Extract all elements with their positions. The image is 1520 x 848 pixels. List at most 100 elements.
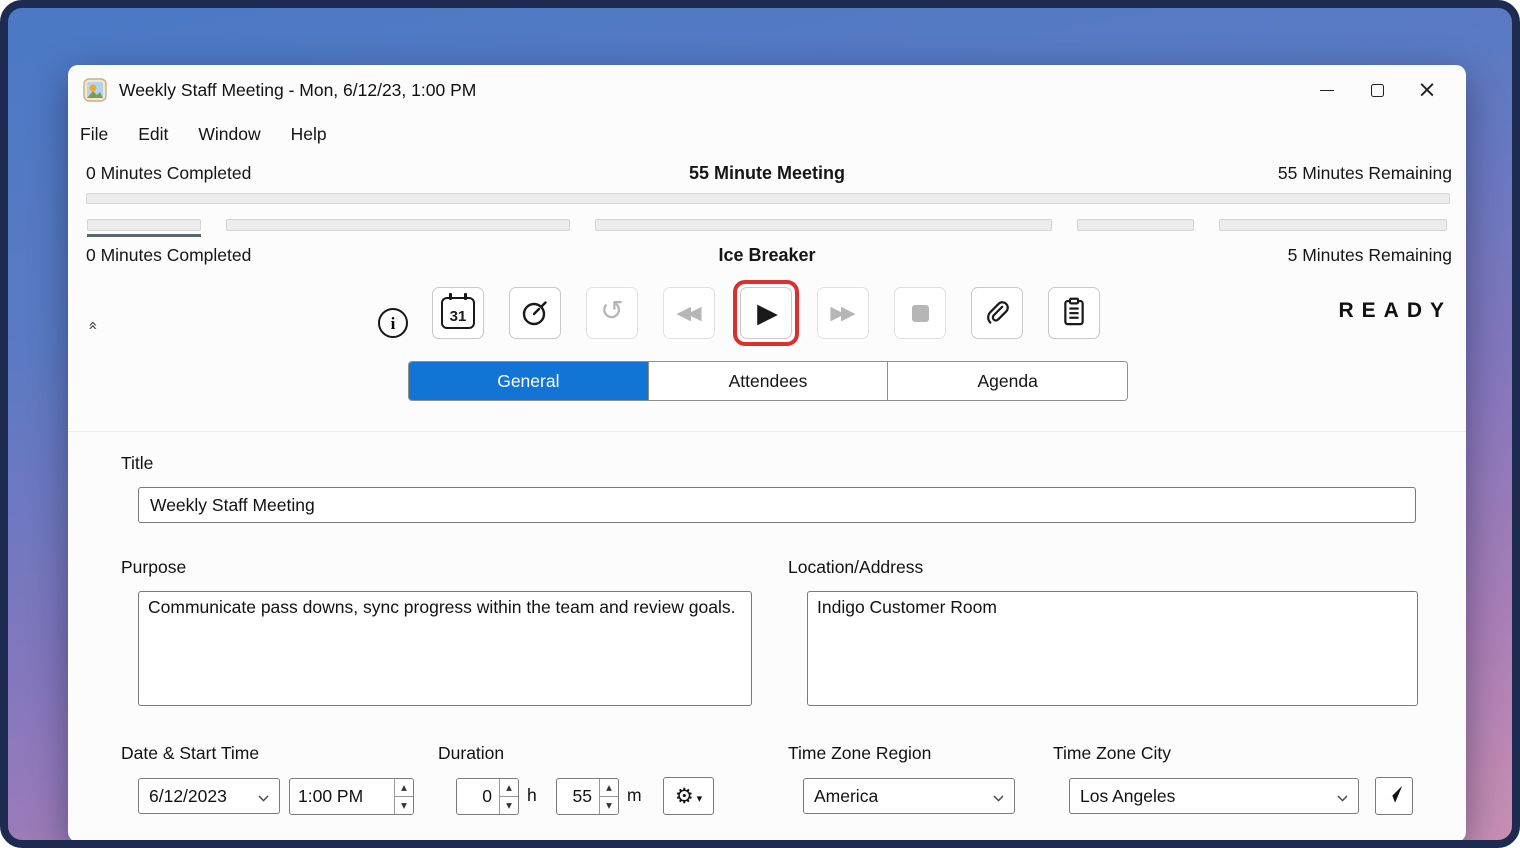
duration-options-button[interactable]: ⚙ ▾ (663, 777, 714, 815)
hours-increment-button[interactable]: ▲ (500, 779, 518, 797)
current-completed-label: 0 Minutes Completed (86, 245, 251, 266)
play-icon: ▶ (754, 300, 778, 327)
overall-remaining-label: 55 Minutes Remaining (1278, 163, 1452, 184)
titlebar: Weekly Staff Meeting - Mon, 6/12/23, 1:0… (68, 65, 1466, 115)
app-icon (83, 78, 107, 102)
menu-help[interactable]: Help (289, 122, 329, 147)
calendar-icon: 31 (441, 297, 475, 329)
tab-general[interactable]: General (409, 362, 648, 400)
window-controls: × (1302, 65, 1452, 115)
minimize-icon (1320, 90, 1334, 91)
duration-minutes-spin-buttons: ▲ ▼ (599, 779, 618, 814)
agenda-segment (1219, 219, 1447, 231)
navigation-arrow-icon (1383, 783, 1405, 810)
minutes-increment-button[interactable]: ▲ (600, 779, 618, 797)
notes-button[interactable] (1048, 287, 1100, 339)
reset-button[interactable]: ↺ (586, 287, 638, 339)
play-button[interactable]: ▶ (740, 287, 792, 339)
tz-city-select[interactable]: Los Angeles (1069, 778, 1359, 814)
current-item-title: Ice Breaker (718, 245, 815, 266)
duration-hours-value: 0 (457, 779, 499, 814)
spin-down-icon: ▼ (606, 801, 612, 810)
chevron-down-icon (258, 786, 269, 807)
start-time-spin-buttons: ▲ ▼ (394, 779, 413, 814)
duration-minutes-value: 55 (557, 779, 599, 814)
maximize-button[interactable] (1352, 72, 1402, 108)
stop-button[interactable] (894, 287, 946, 339)
spin-down-icon: ▼ (506, 801, 512, 810)
meeting-title-label: 55 Minute Meeting (689, 163, 845, 184)
section-divider (68, 431, 1466, 432)
info-icon: i (391, 315, 396, 332)
title-label: Title (121, 453, 153, 474)
tz-region-select[interactable]: America (803, 778, 1015, 814)
start-time-value: 1:00 PM (290, 779, 394, 814)
spin-up-icon: ▲ (606, 783, 612, 792)
tz-region-value: America (814, 786, 878, 807)
start-time-increment-button[interactable]: ▲ (395, 779, 413, 797)
tab-agenda[interactable]: Agenda (887, 362, 1127, 400)
reset-icon: ↺ (600, 297, 623, 325)
spin-down-icon: ▼ (401, 801, 407, 810)
attachment-button[interactable] (971, 287, 1023, 339)
stopwatch-icon (520, 297, 550, 330)
overall-completed-label: 0 Minutes Completed (86, 163, 251, 184)
duration-hours-spinner[interactable]: 0 ▲ ▼ (456, 778, 519, 815)
chevron-down-icon (1337, 786, 1348, 807)
desktop-background: Weekly Staff Meeting - Mon, 6/12/23, 1:0… (0, 0, 1520, 848)
start-time-decrement-button[interactable]: ▼ (395, 797, 413, 814)
maximize-icon (1371, 84, 1384, 97)
tz-city-value: Los Angeles (1080, 786, 1175, 807)
menu-edit[interactable]: Edit (136, 122, 170, 147)
duration-hours-spin-buttons: ▲ ▼ (499, 779, 518, 814)
hours-unit-label: h (527, 785, 537, 806)
menu-file[interactable]: File (78, 122, 110, 147)
date-value: 6/12/2023 (149, 786, 227, 807)
tab-attendees[interactable]: Attendees (648, 362, 888, 400)
date-select[interactable]: 6/12/2023 (138, 778, 280, 814)
menu-window[interactable]: Window (196, 122, 262, 147)
overall-progress-bar (86, 193, 1450, 204)
duration-minutes-spinner[interactable]: 55 ▲ ▼ (556, 778, 619, 815)
stop-icon (912, 305, 929, 322)
spin-up-icon: ▲ (401, 783, 407, 792)
hours-decrement-button[interactable]: ▼ (500, 797, 518, 814)
minutes-decrement-button[interactable]: ▼ (600, 797, 618, 814)
rewind-icon: ◀◀ (676, 304, 701, 323)
current-remaining-label: 5 Minutes Remaining (1288, 245, 1452, 266)
close-button[interactable]: × (1402, 72, 1452, 108)
start-time-spinner[interactable]: 1:00 PM ▲ ▼ (289, 778, 414, 815)
window-title: Weekly Staff Meeting - Mon, 6/12/23, 1:0… (119, 80, 476, 101)
toolbar: 31 ↺ ◀◀ ▶ (432, 287, 1100, 339)
info-button[interactable]: i (378, 308, 408, 338)
spin-up-icon: ▲ (506, 783, 512, 792)
purpose-textarea[interactable]: Communicate pass downs, sync progress wi… (138, 591, 752, 706)
location-textarea[interactable]: Indigo Customer Room (807, 591, 1418, 706)
rewind-button[interactable]: ◀◀ (663, 287, 715, 339)
calendar-button[interactable]: 31 (432, 287, 484, 339)
duration-label: Duration (438, 743, 504, 764)
agenda-segment (595, 219, 1053, 231)
menubar: File Edit Window Help (78, 117, 329, 151)
title-input[interactable] (138, 487, 1416, 523)
chevron-down-icon (993, 786, 1004, 807)
status-badge: READY (1338, 299, 1452, 323)
agenda-segment (87, 219, 201, 231)
minutes-unit-label: m (627, 785, 642, 806)
minimize-button[interactable] (1302, 72, 1352, 108)
overall-progress-row: 0 Minutes Completed 55 Minute Meeting 55… (68, 163, 1466, 189)
collapse-toolbar-button[interactable]: » (80, 313, 104, 337)
tz-city-label: Time Zone City (1053, 743, 1171, 764)
tz-region-label: Time Zone Region (788, 743, 931, 764)
date-start-label: Date & Start Time (121, 743, 259, 764)
caret-down-icon: ▾ (697, 793, 703, 804)
fast-forward-button[interactable]: ▶▶ (817, 287, 869, 339)
location-label: Location/Address (788, 557, 923, 578)
gear-icon: ⚙ (675, 786, 694, 807)
current-item-row: 0 Minutes Completed Ice Breaker 5 Minute… (68, 245, 1466, 271)
chevron-up-double-icon: » (82, 320, 101, 330)
locate-timezone-button[interactable] (1375, 777, 1413, 815)
timer-button[interactable] (509, 287, 561, 339)
purpose-label: Purpose (121, 557, 186, 578)
close-icon: × (1417, 79, 1436, 102)
